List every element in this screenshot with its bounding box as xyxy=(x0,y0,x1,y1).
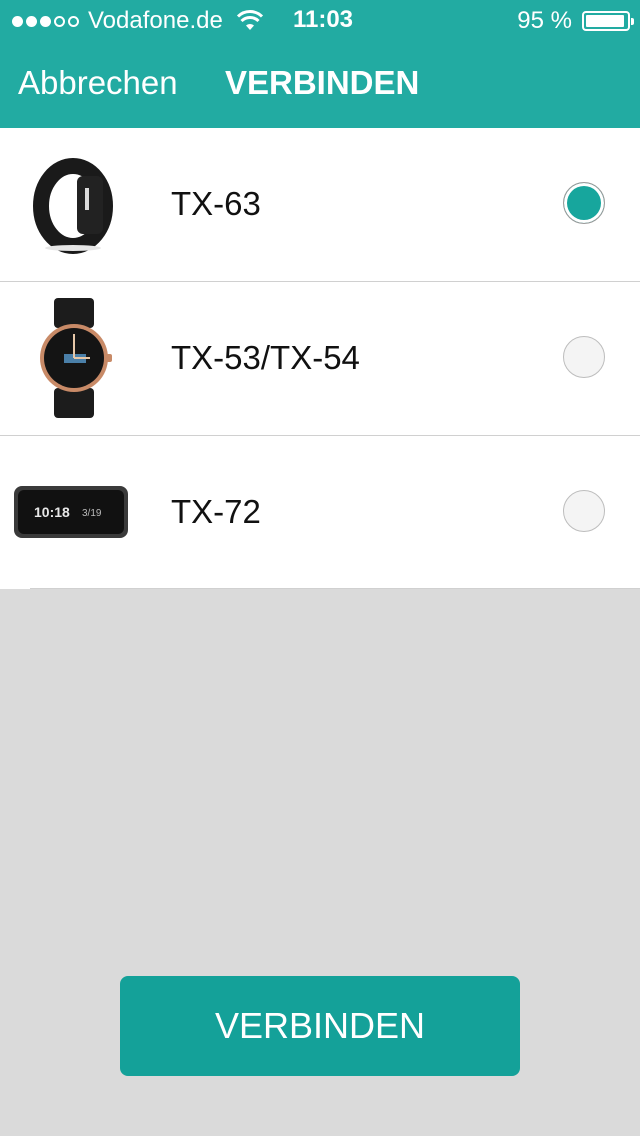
band-screen-time: 10:18 xyxy=(34,504,70,520)
display-band-icon: 10:18 3/19 xyxy=(14,452,128,572)
status-bar: Vodafone.de 11:03 95 % xyxy=(0,0,640,40)
status-right: 95 % xyxy=(517,6,634,36)
device-list: TX-63 TX-53/TX-54 10:18 3/19 TX-72 xyxy=(0,128,640,589)
device-name: TX-53/TX-54 xyxy=(171,339,360,376)
device-name: TX-63 xyxy=(171,185,261,222)
fitness-band-icon xyxy=(18,144,130,264)
band-screen-date: 3/19 xyxy=(82,508,102,519)
battery-percent: 95 % xyxy=(517,7,572,34)
device-radio[interactable] xyxy=(563,182,605,224)
battery-icon xyxy=(582,11,634,31)
nav-title: VERBINDEN xyxy=(225,64,420,101)
battery-level-fill xyxy=(586,15,624,27)
device-row-tx-53-tx-54[interactable]: TX-53/TX-54 xyxy=(0,281,640,435)
wristwatch-icon xyxy=(18,298,130,418)
device-radio[interactable] xyxy=(563,336,605,378)
connect-button[interactable]: VERBINDEN xyxy=(120,976,520,1076)
device-row-tx-72[interactable]: 10:18 3/19 TX-72 xyxy=(0,435,640,589)
cancel-button[interactable]: Abbrechen xyxy=(18,64,178,102)
device-radio[interactable] xyxy=(563,490,605,532)
app-header: Vodafone.de 11:03 95 % Abbrechen VERBIND… xyxy=(0,0,640,128)
row-divider xyxy=(30,588,640,589)
battery-cap xyxy=(631,18,634,25)
device-row-tx-63[interactable]: TX-63 xyxy=(0,128,640,281)
device-name: TX-72 xyxy=(171,493,261,530)
